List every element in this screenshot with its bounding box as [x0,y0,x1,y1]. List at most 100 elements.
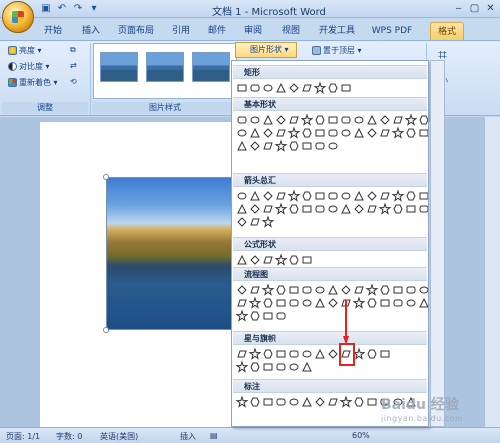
shape-option-icon[interactable] [354,285,364,295]
brightness-button[interactable]: 亮度 ▾ [8,45,42,56]
shape-option-icon[interactable] [302,83,312,93]
shape-option-icon[interactable] [367,128,377,138]
shape-option-icon[interactable] [250,217,260,227]
shape-option-icon[interactable] [406,285,416,295]
shape-option-icon[interactable] [276,298,286,308]
shape-option-icon[interactable] [276,362,286,372]
shape-option-icon[interactable] [289,285,299,295]
shape-option-icon[interactable] [263,83,273,93]
shape-option-icon[interactable] [419,297,428,308]
shape-option-icon[interactable] [287,126,301,139]
shape-option-icon[interactable] [328,397,338,407]
shape-option-icon[interactable] [235,360,249,373]
tab-page-layout[interactable]: 页面布局 [112,22,160,40]
shape-option-icon[interactable] [419,191,428,201]
shape-option-icon[interactable] [289,204,299,214]
shape-option-icon[interactable] [302,255,312,265]
shape-option-icon[interactable] [287,189,301,202]
tab-insert[interactable]: 插入 [76,22,106,40]
shape-option-icon[interactable] [276,311,286,321]
shape-option-icon[interactable] [250,255,260,265]
shape-option-icon[interactable] [315,297,325,308]
shape-option-icon[interactable] [367,349,377,359]
shape-option-icon[interactable] [302,128,312,138]
recolor-button[interactable]: 重新着色 ▾ [8,77,58,88]
shape-option-icon[interactable] [302,141,312,151]
shape-option-icon[interactable] [313,81,327,94]
shape-option-icon[interactable] [300,113,314,126]
shape-option-icon[interactable] [341,203,351,214]
shape-option-icon[interactable] [328,298,338,308]
shape-option-icon[interactable] [419,204,428,214]
shape-option-icon[interactable] [250,362,260,372]
shape-option-icon[interactable] [276,82,286,93]
shape-option-icon[interactable] [261,215,275,228]
shape-option-icon[interactable] [289,141,299,151]
shape-option-icon[interactable] [248,296,262,309]
vertical-scrollbar[interactable] [484,117,500,427]
shape-option-icon[interactable] [367,397,377,407]
shape-option-icon[interactable] [237,298,247,308]
tab-format[interactable]: 格式 [430,22,464,40]
shape-option-icon[interactable] [302,396,312,407]
bring-to-front-button[interactable]: 置于顶层 ▾ [312,45,362,56]
shape-option-icon[interactable] [289,83,299,93]
shape-option-icon[interactable] [393,115,403,125]
shape-option-icon[interactable] [289,255,299,265]
shape-option-icon[interactable] [302,361,312,372]
shape-option-icon[interactable] [237,349,247,359]
shape-option-icon[interactable] [341,83,351,93]
shape-option-icon[interactable] [276,128,286,138]
shape-option-icon[interactable] [289,362,299,372]
tab-mailings[interactable]: 邮件 [202,22,232,40]
shape-option-icon[interactable] [289,298,299,308]
shape-option-icon[interactable] [276,285,286,295]
macro-icon[interactable]: ▤ [210,431,218,440]
shape-option-icon[interactable] [328,284,338,295]
shape-option-icon[interactable] [406,128,416,138]
shape-option-icon[interactable] [393,204,403,214]
shape-option-icon[interactable] [250,127,260,138]
redo-icon[interactable]: ↷ [72,3,84,15]
shape-option-icon[interactable] [315,115,325,125]
shape-option-icon[interactable] [328,204,338,214]
tab-home[interactable]: 开始 [38,22,68,40]
shape-option-icon[interactable] [237,285,247,295]
tab-review[interactable]: 审阅 [238,22,268,40]
style-thumbnail[interactable] [100,52,138,82]
shape-option-icon[interactable] [354,115,364,125]
qat-dropdown-icon[interactable]: ▾ [88,3,100,15]
shape-option-icon[interactable] [274,202,288,215]
shape-option-icon[interactable] [391,189,405,202]
shape-option-icon[interactable] [289,397,299,407]
shape-option-icon[interactable] [302,298,312,308]
shape-option-icon[interactable] [276,191,286,201]
shape-option-icon[interactable] [237,140,247,151]
shape-option-icon[interactable] [237,217,247,227]
compress-icon[interactable]: ⧉ [70,45,76,55]
page-count[interactable]: 页面: 1/1 [6,431,40,442]
tab-references[interactable]: 引用 [166,22,196,40]
shape-option-icon[interactable] [263,349,273,359]
style-thumbnail[interactable] [146,52,184,82]
shape-option-icon[interactable] [237,203,247,214]
shape-option-icon[interactable] [315,204,325,214]
shape-option-icon[interactable] [341,128,351,138]
contrast-button[interactable]: 对比度 ▾ [8,61,50,72]
insert-mode[interactable]: 插入 [180,431,196,442]
shape-option-icon[interactable] [380,191,390,201]
shape-option-icon[interactable] [315,191,325,201]
zoom-level[interactable]: 60% [352,431,370,440]
shape-option-icon[interactable] [406,191,416,201]
minimize-icon[interactable]: ‒ [452,2,465,15]
shape-option-icon[interactable] [263,114,273,125]
shape-option-icon[interactable] [380,298,390,308]
shape-option-icon[interactable] [250,285,260,295]
change-picture-icon[interactable]: ⇄ [70,61,77,70]
shape-option-icon[interactable] [237,83,247,93]
shape-option-icon[interactable] [354,397,364,407]
shape-option-icon[interactable] [328,191,338,201]
inserted-picture[interactable] [106,177,246,330]
shape-option-icon[interactable] [328,115,338,125]
shape-option-icon[interactable] [367,114,377,125]
